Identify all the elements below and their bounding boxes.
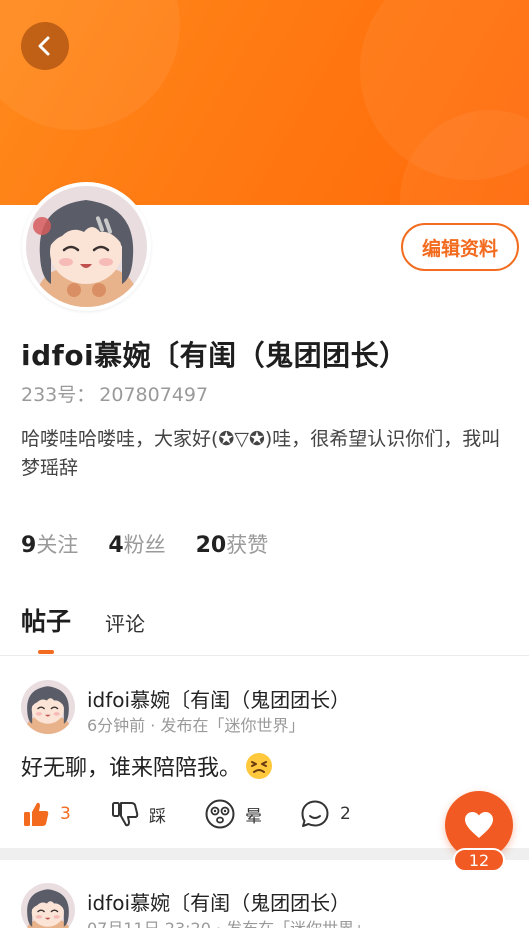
tab-comments[interactable]: 评论 <box>105 608 145 637</box>
post-author-name[interactable]: idfoi慕婉〔有闺（鬼团团长） <box>87 684 350 713</box>
dizzy-face-icon <box>205 799 235 829</box>
back-button[interactable] <box>21 22 69 70</box>
tab-posts[interactable]: 帖子 <box>21 602 71 638</box>
like-button[interactable]: 3 <box>22 796 71 832</box>
comment-bubble-icon <box>301 800 329 827</box>
post-text: 好无聊，谁来陪陪我。 <box>21 756 242 781</box>
profile-banner <box>0 0 529 205</box>
post-meta: 07月11日 23:20 · 发布在「迷你世界」 <box>87 915 370 928</box>
profile-bio: 哈喽哇哈喽哇，大家好(✪▽✪)哇，很希望认识你们，我叫梦瑶辞 <box>21 428 501 479</box>
edit-profile-button[interactable]: 编辑资料 <box>401 223 519 271</box>
floating-like-count: 12 <box>453 848 505 872</box>
active-tab-indicator <box>38 650 54 654</box>
post-separator <box>0 848 529 860</box>
profile-user-id: 233号： 207807497 <box>21 380 208 407</box>
annoyed-emoji-icon <box>246 753 273 779</box>
user-id-label: 233号： <box>21 384 96 406</box>
profile-avatar[interactable] <box>22 182 151 311</box>
post-author-avatar[interactable] <box>21 883 75 928</box>
likes-received-stat: 20获赞 <box>196 529 269 559</box>
dizzy-label: 晕 <box>245 806 262 827</box>
anime-girl-avatar <box>26 186 147 307</box>
anime-girl-avatar <box>21 680 75 734</box>
post-content[interactable]: 好无聊，谁来陪陪我。 <box>21 750 273 782</box>
chevron-left-icon <box>38 36 50 56</box>
profile-username: idfoi慕婉〔有闺（鬼团团长） <box>21 339 408 372</box>
thumbs-down-icon <box>112 802 139 827</box>
followers-label: 粉丝 <box>123 533 166 557</box>
comment-button[interactable]: 2 <box>300 796 351 832</box>
dizzy-button[interactable]: 晕 <box>205 796 262 832</box>
followers-stat[interactable]: 4粉丝 <box>108 529 165 559</box>
likes-received-label: 获赞 <box>226 533 269 557</box>
like-count: 3 <box>60 804 71 824</box>
heart-icon <box>465 812 493 838</box>
comment-count: 2 <box>340 804 351 824</box>
post-author-name[interactable]: idfoi慕婉〔有闺（鬼团团长） <box>87 887 350 916</box>
content-tabs: 帖子 评论 <box>0 600 529 656</box>
followers-count: 4 <box>108 533 124 558</box>
following-count: 9 <box>21 533 37 558</box>
thumbs-up-icon <box>24 802 49 826</box>
likes-received-count: 20 <box>195 533 227 558</box>
banner-decoration <box>0 0 180 130</box>
dislike-button[interactable]: 踩 <box>111 796 166 832</box>
dislike-label: 踩 <box>149 806 166 827</box>
anime-girl-avatar <box>21 883 75 928</box>
post-card[interactable]: idfoi慕婉〔有闺（鬼团团长） 07月11日 23:20 · 发布在「迷你世界… <box>0 860 529 928</box>
user-id-value: 207807497 <box>99 384 209 406</box>
profile-stats: 9关注 4粉丝 20获赞 <box>21 529 268 559</box>
post-author-avatar[interactable] <box>21 680 75 734</box>
following-label: 关注 <box>36 533 79 557</box>
following-stat[interactable]: 9关注 <box>21 529 78 559</box>
post-meta: 6分钟前 · 发布在「迷你世界」 <box>87 716 305 735</box>
